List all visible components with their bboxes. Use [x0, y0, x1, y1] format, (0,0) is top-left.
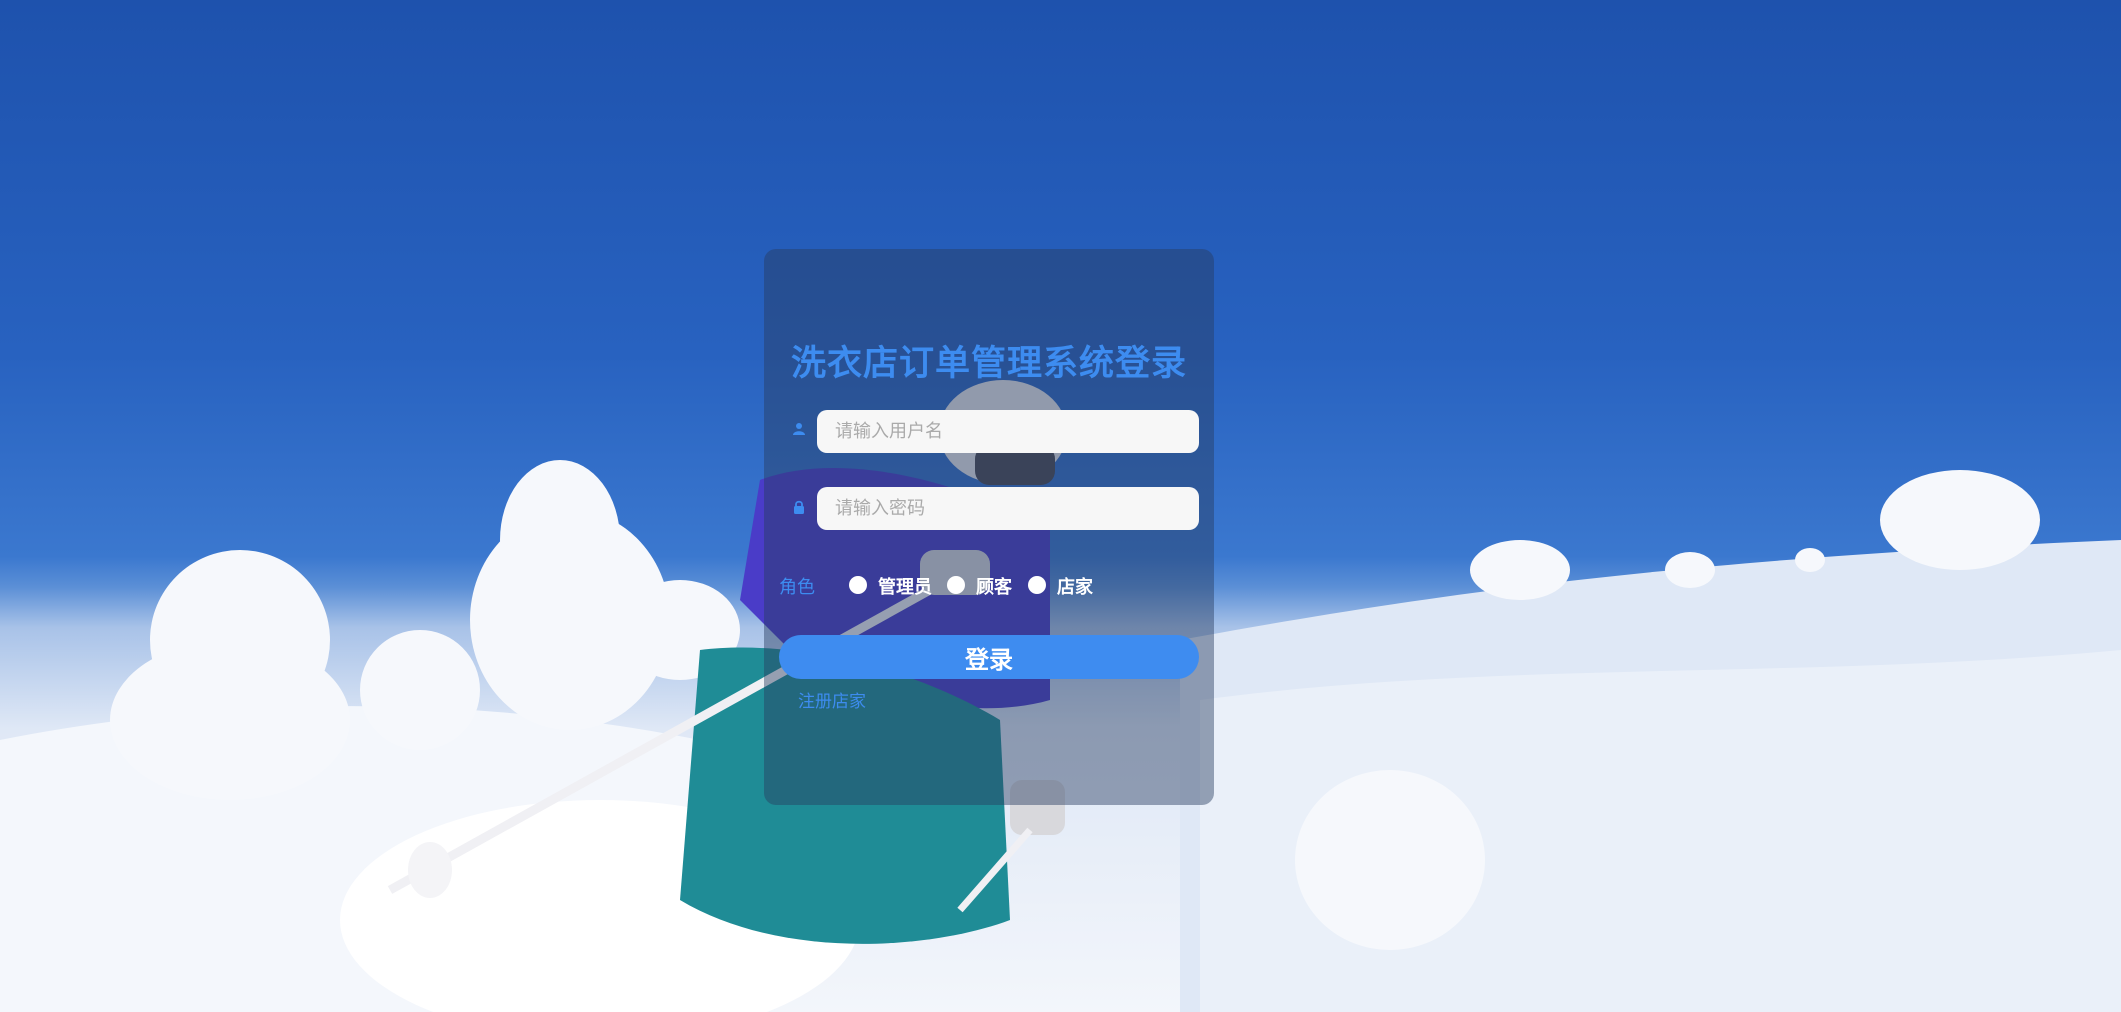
password-input[interactable] — [817, 487, 1199, 530]
role-label-store: 店家 — [1057, 577, 1093, 598]
role-label: 角色 — [779, 577, 815, 598]
login-button[interactable]: 登录 — [779, 635, 1199, 679]
username-input[interactable] — [817, 410, 1199, 453]
user-icon — [793, 423, 805, 435]
role-radio-customer[interactable] — [947, 576, 965, 594]
register-store-link[interactable]: 注册店家 — [798, 687, 866, 712]
role-label-customer: 顾客 — [976, 577, 1012, 598]
login-panel: 洗衣店订单管理系统登录 角色 管理员 顾客 店家 登录 注册店家 — [764, 249, 1214, 805]
lock-icon — [794, 500, 804, 514]
login-title: 洗衣店订单管理系统登录 — [790, 344, 1187, 384]
role-radio-store[interactable] — [1028, 576, 1046, 594]
role-radio-admin[interactable] — [849, 576, 867, 594]
role-label-admin: 管理员 — [878, 577, 932, 598]
